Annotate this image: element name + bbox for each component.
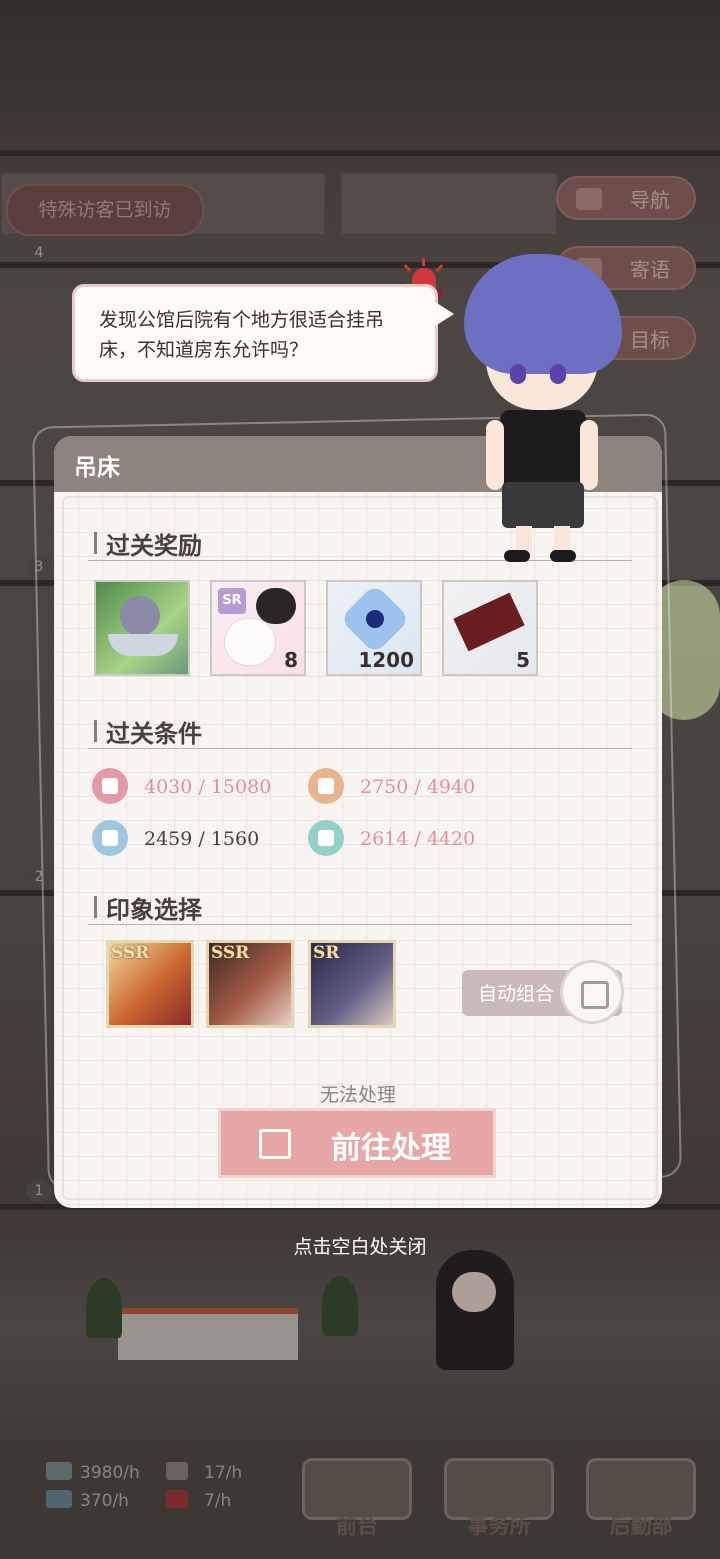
resource-gift: 7/h xyxy=(204,1491,232,1511)
resource-book: 370/h xyxy=(80,1491,129,1511)
graduation-cap-icon xyxy=(92,820,128,856)
go-handle-button[interactable]: 前往处理 xyxy=(218,1108,496,1178)
reward-count: 5 xyxy=(516,648,530,672)
special-visitor-notice[interactable]: 特殊访客已到访 xyxy=(6,184,204,236)
section-impression: 印象选择 xyxy=(88,890,632,925)
map-icon xyxy=(576,188,602,210)
reward-cat-sr-card-item[interactable]: SR 8 xyxy=(210,580,306,676)
condition-knowledge: 2459 / 1560 xyxy=(144,828,260,850)
cash-icon xyxy=(46,1462,72,1480)
panel-title: 吊床 xyxy=(74,454,120,481)
flower-icon xyxy=(308,820,344,856)
speech-bubble: 发现公馆后院有个地方很适合挂吊床，不知道房东允许吗？ xyxy=(72,284,438,382)
speech-text: 发现公馆后院有个地方很适合挂吊床，不知道房东允许吗？ xyxy=(99,309,385,361)
person-icon xyxy=(308,768,344,804)
impression-card-2[interactable]: SSR xyxy=(206,940,294,1028)
reward-count: 8 xyxy=(284,648,298,672)
auto-combine-label: 自动组合 xyxy=(478,983,555,1005)
card-rarity: SSR xyxy=(211,943,250,963)
nav-logistics-button[interactable]: 后勤部 xyxy=(586,1432,696,1542)
go-handle-label: 前往处理 xyxy=(331,1131,451,1166)
nav-office-button[interactable]: 事务所 xyxy=(444,1432,554,1542)
condition-person: 2750 / 4940 xyxy=(360,776,476,798)
reward-ticket-item[interactable]: 5 xyxy=(442,580,538,676)
card-rarity: SR xyxy=(313,943,340,963)
gift-icon xyxy=(166,1490,188,1508)
tap-to-close-hint: 点击空白处关闭 xyxy=(293,1236,427,1258)
fan-icon xyxy=(166,1462,188,1480)
reward-count: 1200 xyxy=(358,648,414,672)
nav-map-label: 导航 xyxy=(630,188,670,212)
resource-cash: 3980/h xyxy=(80,1463,140,1483)
nav-logistics-label: 后勤部 xyxy=(609,1513,673,1538)
resource-fan: 17/h xyxy=(204,1463,243,1483)
section-rewards-label: 过关奖励 xyxy=(106,531,202,560)
auto-combine-button[interactable]: 自动组合 xyxy=(462,960,624,1024)
section-conditions: 过关条件 xyxy=(88,714,632,749)
reward-hammock-character-item[interactable] xyxy=(94,580,190,676)
impression-card-3[interactable]: SR xyxy=(308,940,396,1028)
section-impression-label: 印象选择 xyxy=(106,895,202,924)
book-icon xyxy=(46,1490,72,1508)
section-conditions-label: 过关条件 xyxy=(106,719,202,748)
reward-blue-crystal-item[interactable]: 1200 xyxy=(326,580,422,676)
enter-arrow-icon xyxy=(259,1129,291,1159)
nav-front-desk-button[interactable]: 前台 xyxy=(302,1432,412,1542)
nav-front-desk-label: 前台 xyxy=(336,1513,378,1538)
condition-charm: 2614 / 4420 xyxy=(360,828,476,850)
cannot-handle-text: 无法处理 xyxy=(319,1084,396,1106)
nav-office-label: 事务所 xyxy=(467,1513,531,1538)
impression-card-1[interactable]: SSR xyxy=(106,940,194,1028)
sr-badge: SR xyxy=(218,588,246,614)
nav-map-button[interactable]: 导航 xyxy=(556,176,696,220)
strength-icon xyxy=(92,768,128,804)
combine-icon xyxy=(560,960,624,1024)
card-rarity: SSR xyxy=(111,943,150,963)
chibi-character[interactable] xyxy=(450,250,640,570)
condition-strength: 4030 / 15080 xyxy=(144,776,272,798)
